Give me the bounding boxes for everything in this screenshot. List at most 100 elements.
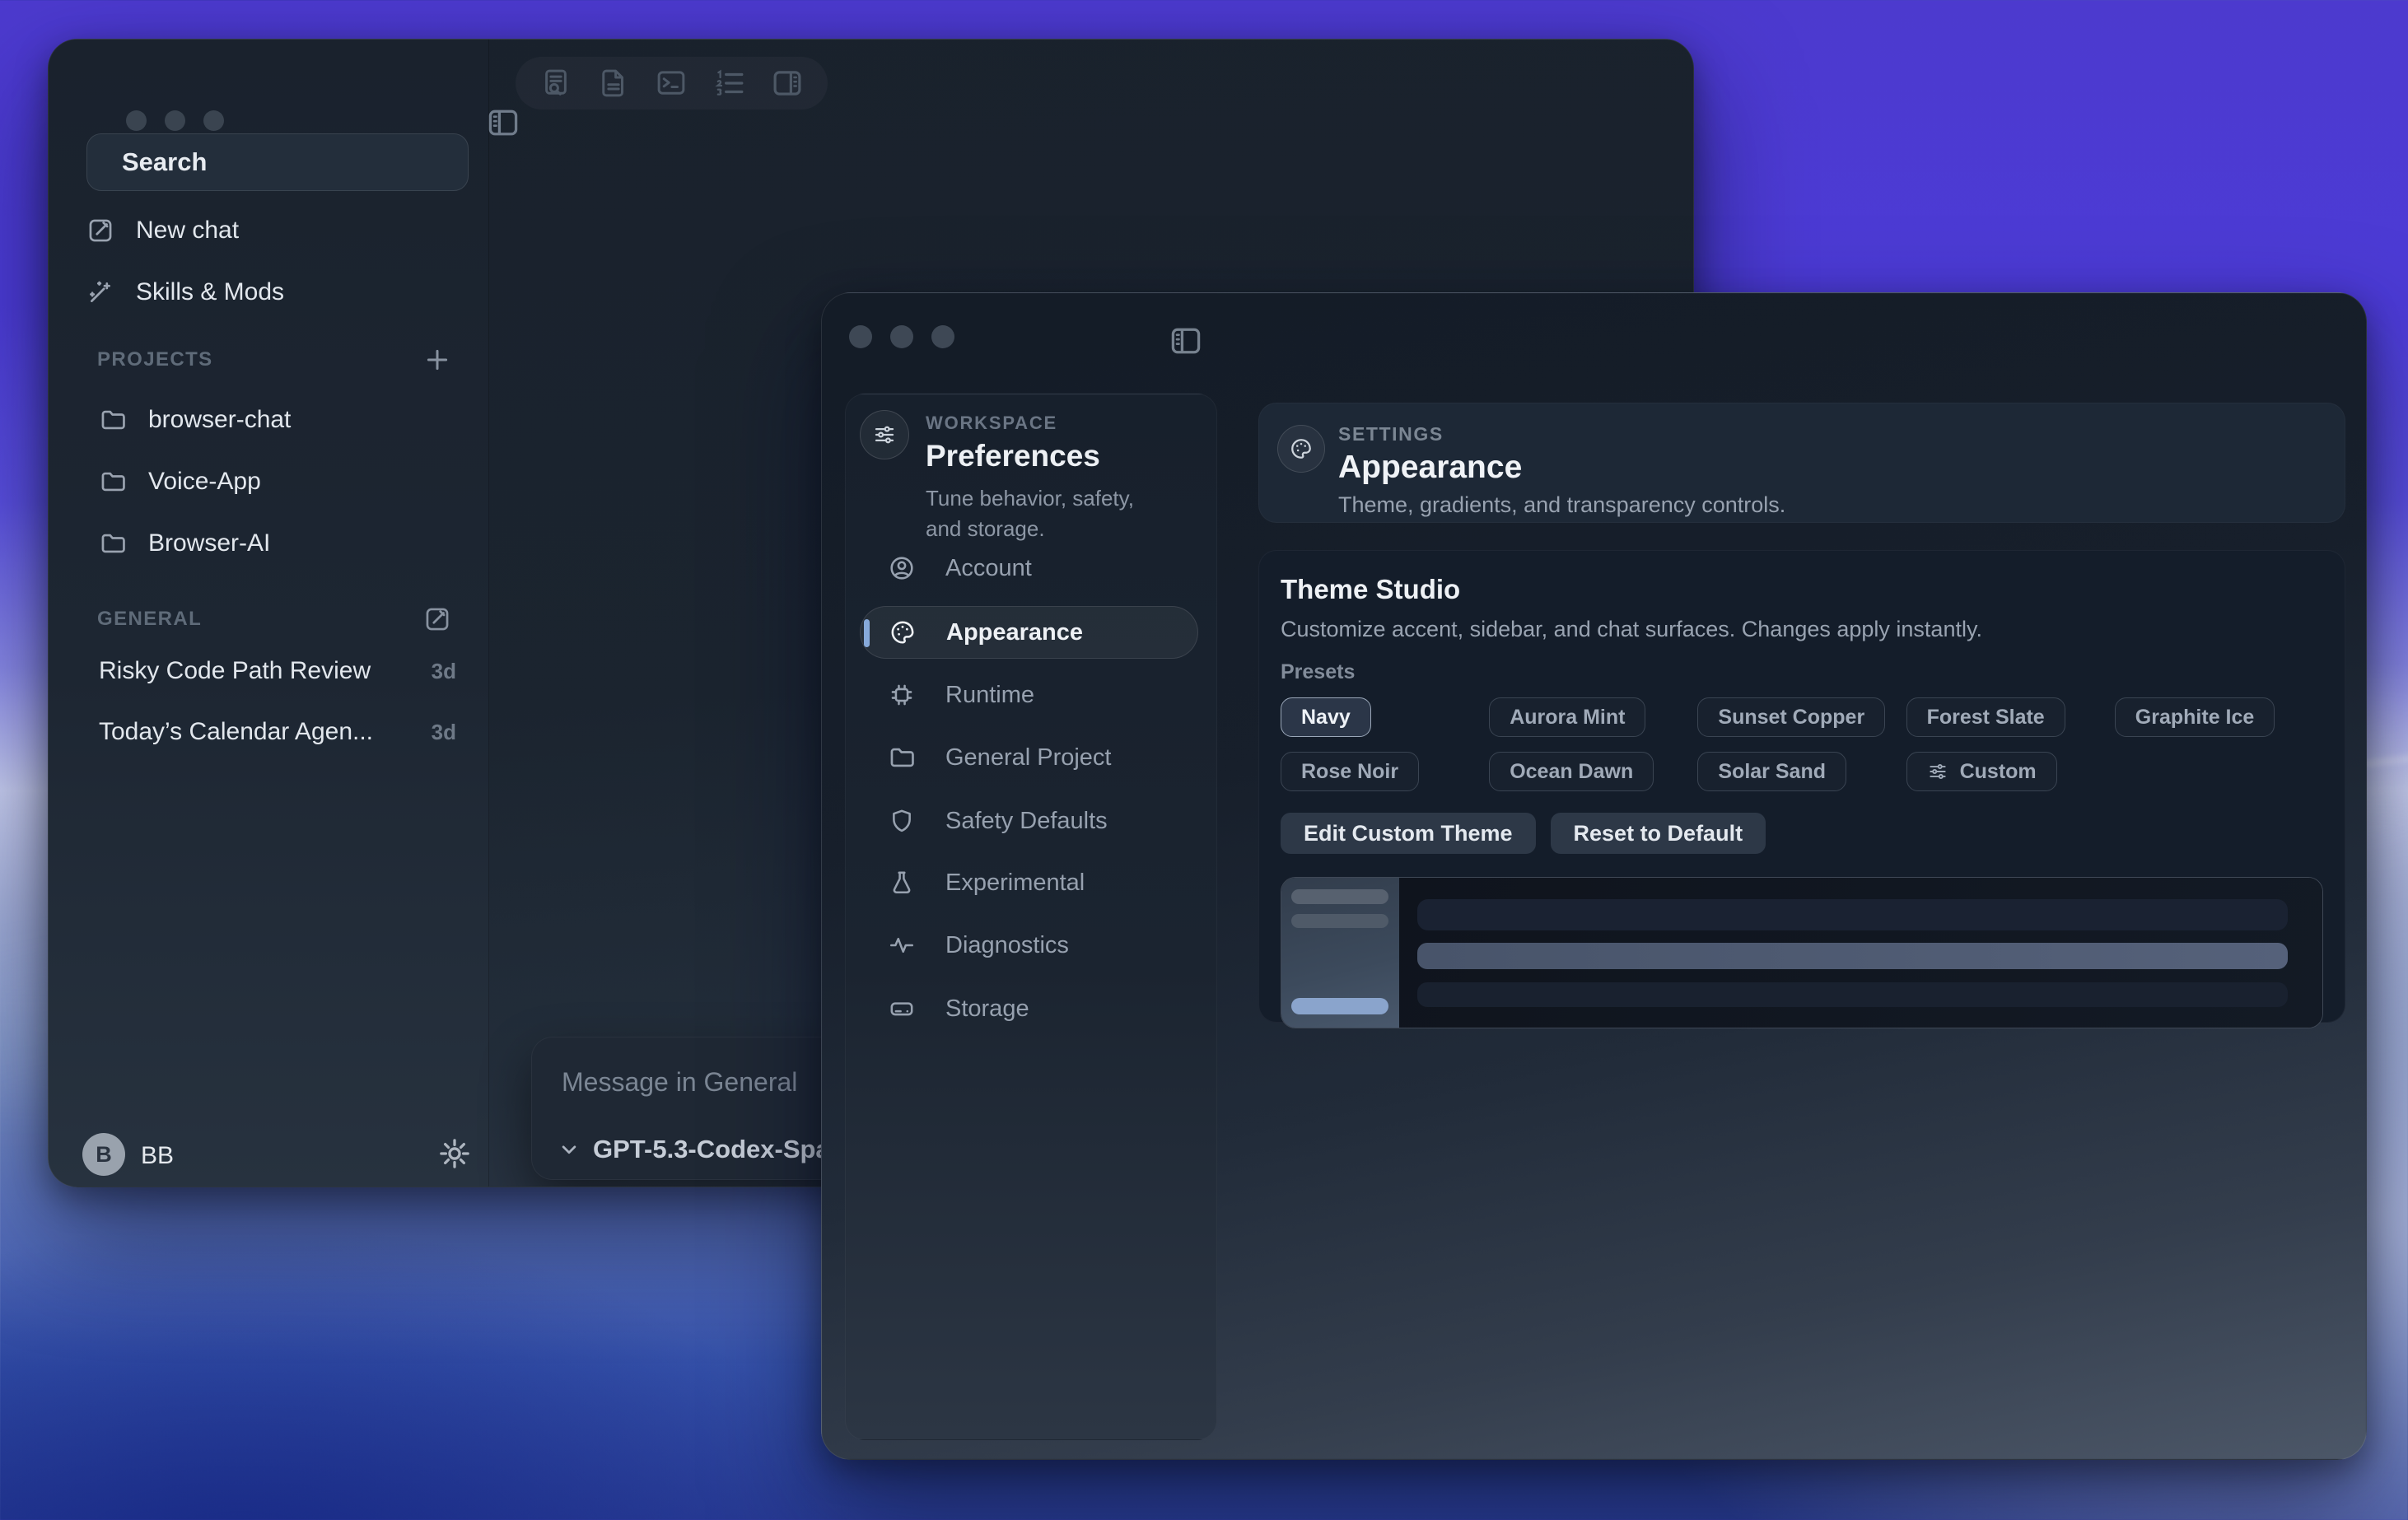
chat-title: Risky Code Path Review bbox=[99, 657, 371, 685]
nav-item-account[interactable]: Account bbox=[860, 542, 1198, 594]
workspace-icon-circle bbox=[860, 410, 909, 459]
appearance-icon-circle bbox=[1277, 425, 1325, 473]
username-label: BB bbox=[141, 1142, 174, 1170]
chat-title: Today’s Calendar Agen... bbox=[99, 718, 373, 746]
chat-history-item[interactable]: Risky Code Path Review 3d bbox=[86, 648, 469, 694]
sliders-icon bbox=[1927, 761, 1948, 782]
minimize-button[interactable] bbox=[890, 325, 913, 348]
close-button[interactable] bbox=[126, 110, 147, 131]
chip-label: Navy bbox=[1301, 706, 1351, 730]
new-general-chat-button[interactable] bbox=[423, 605, 451, 633]
folder-icon bbox=[99, 468, 127, 496]
numbered-list-icon[interactable] bbox=[712, 66, 747, 100]
chat-toolbar bbox=[516, 57, 828, 110]
preview-message-bar bbox=[1417, 943, 2288, 969]
project-name: Voice-App bbox=[148, 468, 261, 496]
settings-gear-button[interactable] bbox=[436, 1135, 473, 1172]
preset-navy[interactable]: Navy bbox=[1281, 697, 1371, 737]
preferences-description: Tune behavior, safety, and storage. bbox=[926, 483, 1164, 544]
edit-custom-theme-button[interactable]: Edit Custom Theme bbox=[1281, 813, 1536, 854]
nav-label: Experimental bbox=[945, 870, 1085, 897]
model-selector[interactable]: GPT-5.3-Codex-Spark bbox=[557, 1135, 854, 1164]
shield-icon bbox=[888, 807, 916, 835]
zoom-button[interactable] bbox=[203, 110, 224, 131]
preset-custom[interactable]: Custom bbox=[1906, 752, 2057, 791]
project-item[interactable]: Browser-AI bbox=[86, 520, 469, 567]
chat-history-item[interactable]: Today’s Calendar Agen... 3d bbox=[86, 709, 469, 755]
page-title: Appearance bbox=[1338, 450, 1522, 486]
preview-sidebar bbox=[1281, 878, 1399, 1028]
zoom-button[interactable] bbox=[931, 325, 954, 348]
settings-sidebar: WORKSPACE Preferences Tune behavior, saf… bbox=[845, 394, 1217, 1440]
presets-label: Presets bbox=[1281, 660, 2323, 684]
user-icon bbox=[888, 554, 916, 582]
activity-icon bbox=[888, 931, 916, 959]
preset-sunset-copper[interactable]: Sunset Copper bbox=[1697, 697, 1885, 737]
theme-studio-card: Theme Studio Customize accent, sidebar, … bbox=[1258, 550, 2345, 1023]
add-project-button[interactable] bbox=[423, 346, 451, 374]
chip-label: Solar Sand bbox=[1718, 760, 1826, 784]
panel-right-icon[interactable] bbox=[770, 66, 805, 100]
preset-solar-sand[interactable]: Solar Sand bbox=[1697, 752, 1846, 791]
theme-studio-description: Customize accent, sidebar, and chat surf… bbox=[1281, 617, 2323, 642]
preset-rose-noir[interactable]: Rose Noir bbox=[1281, 752, 1419, 791]
sidebar-toggle-button[interactable] bbox=[485, 105, 521, 136]
project-item[interactable]: browser-chat bbox=[86, 397, 469, 443]
skills-mods-button[interactable]: Skills & Mods bbox=[86, 268, 469, 316]
nav-item-storage[interactable]: Storage bbox=[860, 982, 1198, 1035]
folder-icon bbox=[888, 744, 916, 772]
window-controls bbox=[126, 110, 224, 131]
wand-icon bbox=[86, 278, 114, 306]
chip-label: Rose Noir bbox=[1301, 760, 1398, 784]
nav-item-diagnostics[interactable]: Diagnostics bbox=[860, 919, 1198, 972]
chip-icon bbox=[888, 681, 916, 709]
new-chat-button[interactable]: New chat bbox=[86, 207, 469, 254]
projects-section-header: PROJECTS bbox=[97, 346, 451, 374]
search-box[interactable] bbox=[86, 133, 469, 191]
folder-icon bbox=[99, 406, 127, 434]
nav-item-safety-defaults[interactable]: Safety Defaults bbox=[860, 795, 1198, 847]
preset-forest-slate[interactable]: Forest Slate bbox=[1906, 697, 2065, 737]
settings-window: WORKSPACE Preferences Tune behavior, saf… bbox=[821, 292, 2367, 1460]
reset-to-default-button[interactable]: Reset to Default bbox=[1551, 813, 1766, 854]
chip-label: Ocean Dawn bbox=[1510, 760, 1633, 784]
preview-sidebar-bar bbox=[1291, 914, 1388, 928]
window-controls bbox=[849, 325, 954, 348]
chip-label: Forest Slate bbox=[1927, 706, 2045, 730]
theme-actions: Edit Custom Theme Reset to Default bbox=[1281, 813, 2323, 854]
preview-accent-bar bbox=[1291, 998, 1388, 1014]
chevron-down-icon bbox=[557, 1137, 581, 1162]
chip-label: Graphite Ice bbox=[2135, 706, 2255, 730]
project-item[interactable]: Voice-App bbox=[86, 459, 469, 505]
preview-message-bar bbox=[1417, 982, 2288, 1007]
minimize-button[interactable] bbox=[165, 110, 185, 131]
close-button[interactable] bbox=[849, 325, 872, 348]
preset-ocean-dawn[interactable]: Ocean Dawn bbox=[1489, 752, 1654, 791]
preview-message-bar bbox=[1417, 899, 2288, 930]
palette-icon bbox=[1289, 436, 1314, 461]
nav-item-appearance[interactable]: Appearance bbox=[860, 606, 1198, 659]
preset-aurora-mint[interactable]: Aurora Mint bbox=[1489, 697, 1645, 737]
theme-preview bbox=[1281, 877, 2323, 1028]
preview-sidebar-bar bbox=[1291, 889, 1388, 904]
avatar[interactable]: B bbox=[82, 1133, 125, 1176]
search-input[interactable] bbox=[122, 147, 464, 177]
drive-icon bbox=[888, 995, 916, 1023]
compose-icon bbox=[86, 217, 114, 245]
nav-label: Safety Defaults bbox=[945, 808, 1108, 835]
document-icon[interactable] bbox=[596, 66, 631, 100]
nav-label: Storage bbox=[945, 995, 1029, 1023]
preview-main bbox=[1399, 878, 2322, 1028]
nav-label: Diagnostics bbox=[945, 932, 1069, 959]
preset-graphite-ice[interactable]: Graphite Ice bbox=[2115, 697, 2275, 737]
nav-item-experimental[interactable]: Experimental bbox=[860, 856, 1198, 909]
terminal-icon[interactable] bbox=[654, 66, 688, 100]
panel-left-icon bbox=[485, 105, 521, 141]
sidebar-toggle-button[interactable] bbox=[1168, 323, 1204, 354]
nav-item-runtime[interactable]: Runtime bbox=[860, 669, 1198, 721]
nav-item-general-project[interactable]: General Project bbox=[860, 731, 1198, 784]
avatar-initial: B bbox=[96, 1142, 112, 1168]
document-search-icon[interactable] bbox=[539, 66, 573, 100]
page-subtitle: Theme, gradients, and transparency contr… bbox=[1338, 492, 1785, 518]
general-label: GENERAL bbox=[97, 608, 202, 631]
